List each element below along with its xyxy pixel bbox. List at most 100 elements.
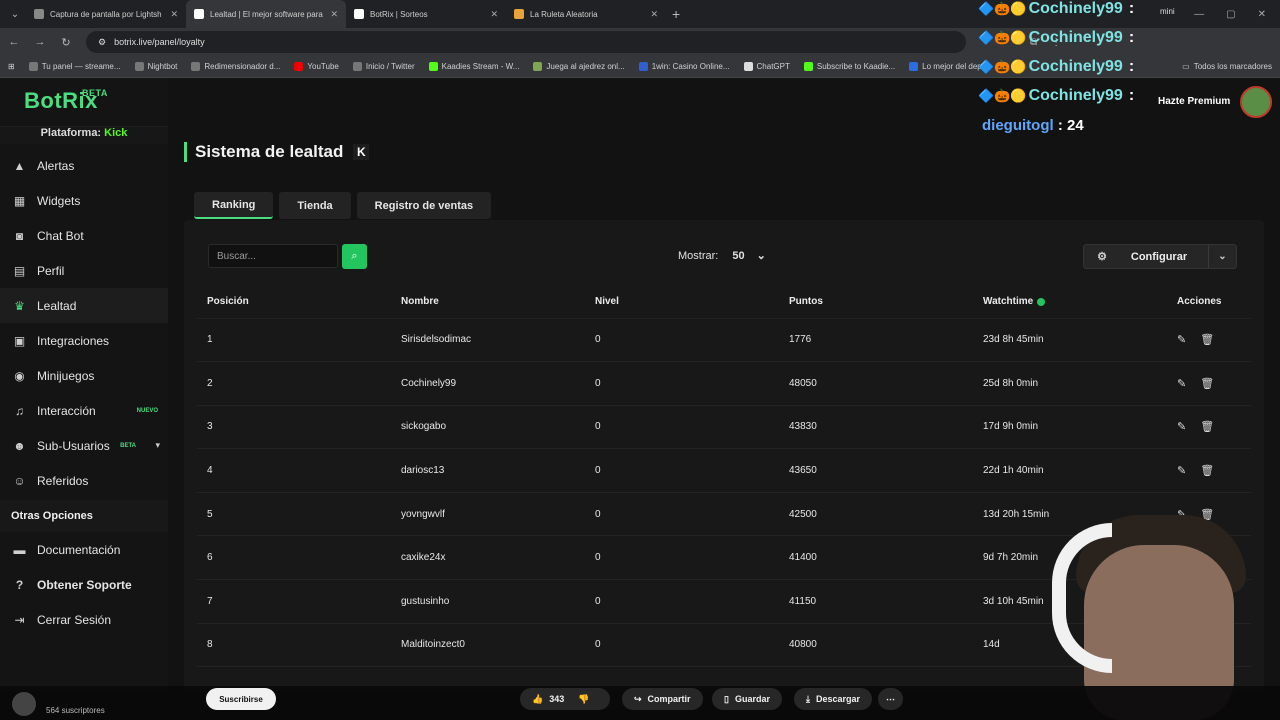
sidebar: BotRix BETA Plataforma: Kick ▲ Alertas ▦ Wi… bbox=[0, 78, 168, 692]
sidebar-item-referidos[interactable]: ☺ Referidos bbox=[0, 463, 168, 498]
maximize-icon[interactable]: ▢ bbox=[1226, 9, 1235, 20]
grid-icon: ▦ bbox=[13, 193, 26, 208]
kick-icon: K bbox=[353, 144, 370, 160]
beta-badge: BETA bbox=[120, 442, 136, 449]
cell-actions: ✎🗑 bbox=[1167, 361, 1251, 406]
like-button[interactable]: 👍 343 👎 bbox=[520, 688, 610, 710]
chat-badges-icon: 🔷🎃🟡 bbox=[978, 1, 1027, 16]
thumbs-down-icon[interactable]: 👎 bbox=[578, 694, 589, 705]
bookmark[interactable]: Subscribe to Kaadie... bbox=[803, 62, 895, 71]
robot-icon: ◙ bbox=[15, 228, 24, 243]
page-size-select[interactable]: 50 ⌄ bbox=[726, 247, 771, 264]
bookmark[interactable]: Nightbot bbox=[134, 62, 177, 71]
address-bar[interactable]: ⚙ botrix.live/panel/loyalty bbox=[86, 31, 966, 53]
cell-points: 41400 bbox=[779, 535, 973, 581]
download-button[interactable]: ⤓ Descargar bbox=[794, 688, 873, 710]
tab-tienda[interactable]: Tienda bbox=[279, 192, 351, 219]
more-button[interactable]: ⋯ bbox=[878, 688, 903, 710]
bookmark[interactable]: Inicio / Twitter bbox=[352, 62, 415, 71]
bookmark[interactable]: Lo mejor del dep... bbox=[909, 62, 988, 71]
save-button[interactable]: ▯ Guardar bbox=[712, 688, 782, 710]
sidebar-item-sub-usuarios[interactable]: ☻ Sub-Usuarios BETA ▾ bbox=[0, 428, 168, 463]
column-header[interactable]: Nombre bbox=[391, 286, 585, 319]
close-icon[interactable]: ✕ bbox=[650, 9, 658, 20]
sidebar-item-soporte[interactable]: ? Obtener Soporte bbox=[0, 567, 168, 602]
cell-points: 40800 bbox=[779, 623, 973, 668]
all-bookmarks[interactable]: ▭ Todos los marcadores bbox=[1182, 62, 1280, 71]
bookmark[interactable]: Kaadies Stream - W... bbox=[428, 62, 519, 71]
tab-search-icon[interactable]: ⌄ bbox=[4, 3, 26, 25]
column-header[interactable]: Nivel bbox=[585, 286, 779, 319]
close-icon[interactable]: ✕ bbox=[330, 9, 338, 20]
close-icon[interactable]: ✕ bbox=[170, 9, 178, 20]
premium-button[interactable]: Hazte Premium bbox=[1158, 96, 1230, 107]
close-icon[interactable]: ✕ bbox=[490, 9, 498, 20]
bookmark-icon bbox=[638, 62, 648, 71]
sidebar-item-widgets[interactable]: ▦ Widgets bbox=[0, 183, 168, 218]
bookmark[interactable]: Redimensionador d... bbox=[191, 62, 280, 71]
bookmark[interactable]: ChatGPT bbox=[743, 62, 790, 71]
sidebar-item-integraciones[interactable]: ▣ Integraciones bbox=[0, 323, 168, 358]
column-header[interactable]: Puntos bbox=[779, 286, 973, 319]
share-icon: ↪ bbox=[634, 693, 642, 704]
tab-registro-ventas[interactable]: Registro de ventas bbox=[356, 192, 492, 219]
bookmark[interactable]: Tu panel — streame... bbox=[28, 62, 121, 71]
chevron-down-icon[interactable]: ▾ bbox=[155, 440, 160, 451]
bookmark[interactable]: Juega al ajedrez onl... bbox=[533, 62, 625, 71]
forward-icon[interactable]: → bbox=[34, 36, 46, 48]
back-icon[interactable]: ← bbox=[8, 36, 20, 48]
trash-icon[interactable]: 🗑 bbox=[1200, 377, 1214, 390]
bookmark[interactable]: 1win: Casino Online... bbox=[638, 62, 730, 71]
cell-pos: 3 bbox=[197, 405, 391, 450]
browser-tab[interactable]: BotRix | Sorteos ✕ bbox=[346, 0, 506, 28]
avatar[interactable] bbox=[12, 692, 36, 716]
sidebar-item-minijuegos[interactable]: ◉ Minijuegos bbox=[0, 358, 168, 393]
share-button[interactable]: ↪ Compartir bbox=[622, 688, 703, 710]
search-button[interactable]: ⌕ bbox=[342, 244, 367, 269]
close-window-icon[interactable]: ✕ bbox=[1258, 9, 1266, 20]
reload-icon[interactable]: ↻ bbox=[60, 36, 72, 49]
minimize-icon[interactable]: — bbox=[1194, 9, 1204, 20]
apps-icon[interactable]: ⊞ bbox=[8, 62, 15, 71]
sidebar-item-perfil[interactable]: ▤ Perfil bbox=[0, 253, 168, 288]
avatar[interactable] bbox=[1240, 86, 1272, 118]
search-input[interactable] bbox=[208, 244, 338, 268]
subscribe-button[interactable]: Suscribirse bbox=[206, 688, 276, 710]
sidebar-item-documentacion[interactable]: ▬ Documentación bbox=[0, 532, 168, 567]
trash-icon[interactable]: 🗑 bbox=[1200, 464, 1214, 477]
column-header[interactable]: Watchtime bbox=[973, 286, 1167, 319]
column-header[interactable]: Posición bbox=[197, 286, 391, 319]
trash-icon[interactable]: 🗑 bbox=[1200, 333, 1214, 346]
sidebar-item-alertas[interactable]: ▲ Alertas bbox=[0, 148, 168, 183]
trash-icon[interactable]: 🗑 bbox=[1200, 420, 1214, 433]
botrix-logo[interactable]: BotRix BETA bbox=[24, 88, 107, 114]
bookmark-icon bbox=[352, 62, 362, 71]
browser-tab[interactable]: Captura de pantalla por Lightsh ✕ bbox=[26, 0, 186, 28]
chevron-down-icon[interactable]: ⌄ bbox=[1208, 245, 1236, 268]
sidebar-item-interaccion[interactable]: ♫ Interacción NUEVO bbox=[0, 393, 168, 428]
chat-message: 🔷🎃🟡 Cochinely99: bbox=[978, 29, 1135, 46]
subscriber-count: 564 suscriptores bbox=[46, 706, 105, 715]
new-tab-icon[interactable]: + bbox=[672, 6, 680, 22]
sidebar-item-chat-bot[interactable]: ◙ Chat Bot bbox=[0, 218, 168, 253]
sidebar-item-cerrar-sesion[interactable]: ⇥ Cerrar Sesión bbox=[0, 602, 168, 637]
cell-pos: 1 bbox=[197, 318, 391, 363]
configure-button[interactable]: ⚙ Configurar ⌄ bbox=[1083, 244, 1237, 269]
gamepad-icon: ◉ bbox=[14, 368, 25, 383]
sidebar-item-lealtad[interactable]: ♛ Lealtad bbox=[0, 288, 168, 323]
browser-tab[interactable]: La Ruleta Aleatoria ✕ bbox=[506, 0, 666, 28]
bookmark[interactable]: YouTube bbox=[294, 62, 339, 71]
info-icon[interactable] bbox=[1037, 297, 1046, 306]
tab-title: Captura de pantalla por Lightsh bbox=[50, 9, 162, 19]
browser-tab-active[interactable]: Lealtad | El mejor software para ✕ bbox=[186, 0, 346, 28]
site-info-icon[interactable]: ⚙ bbox=[98, 37, 106, 48]
bookmark-icon bbox=[909, 62, 919, 71]
edit-icon[interactable]: ✎ bbox=[1177, 377, 1186, 390]
edit-icon[interactable]: ✎ bbox=[1177, 464, 1186, 477]
platform-indicator: Plataforma: Kick bbox=[0, 126, 168, 144]
edit-icon[interactable]: ✎ bbox=[1177, 420, 1186, 433]
cell-points: 48050 bbox=[779, 361, 973, 406]
edit-icon[interactable]: ✎ bbox=[1177, 333, 1186, 346]
tab-ranking[interactable]: Ranking bbox=[194, 192, 274, 219]
cell-name: Sirisdelsodimac bbox=[391, 318, 585, 363]
